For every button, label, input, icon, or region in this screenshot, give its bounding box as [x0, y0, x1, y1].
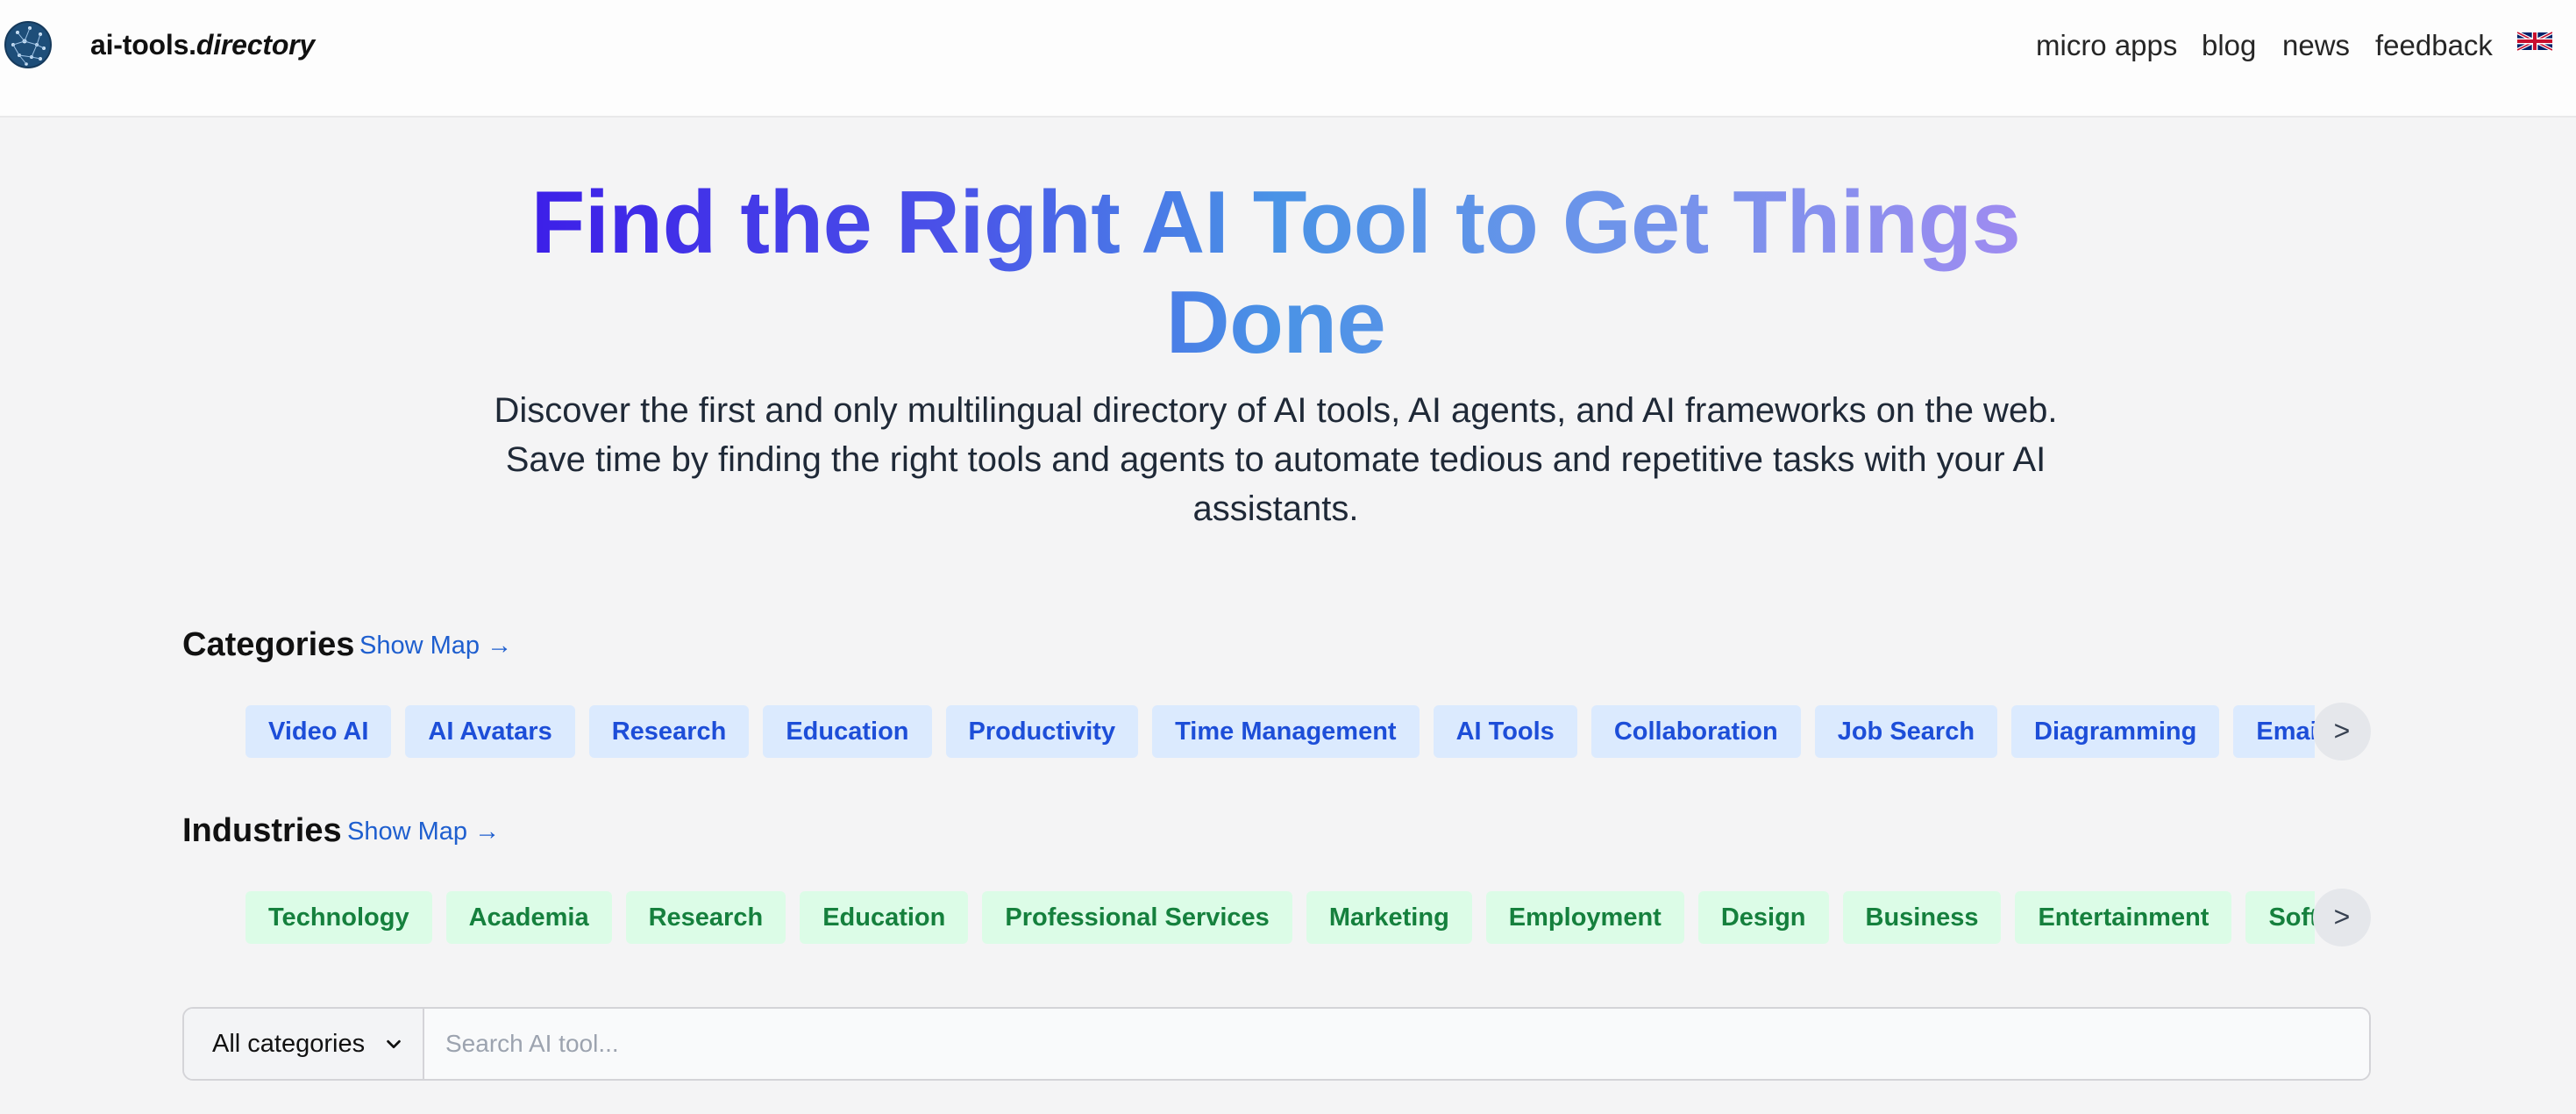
hero-subtitle: Discover the first and only multilingual… — [494, 391, 2058, 528]
industry-chip[interactable]: Professional Services — [982, 891, 1292, 944]
category-chip[interactable]: AI Avatars — [405, 705, 575, 758]
globe-network-icon[interactable] — [4, 20, 53, 69]
chevron-down-icon — [387, 1039, 401, 1049]
industry-chip[interactable]: Education — [800, 891, 969, 944]
industry-chip[interactable]: Entertainment — [2015, 891, 2232, 944]
category-chip[interactable]: Collaboration — [1590, 705, 1801, 758]
industry-chip[interactable]: Business — [1842, 891, 2002, 944]
category-chip-list: Video AI AI Avatars Research Education P… — [246, 705, 2315, 758]
industries-scroll-right-button[interactable]: > — [2313, 889, 2371, 946]
uk-flag-icon[interactable] — [2517, 29, 2552, 54]
categories-scroll-right-button[interactable]: > — [2313, 703, 2371, 761]
search-input[interactable] — [424, 1009, 2369, 1079]
category-chip[interactable]: Productivity — [945, 705, 1139, 758]
industry-chip[interactable]: Academia — [445, 891, 612, 944]
industries-show-map-link[interactable]: Show Map → — [347, 818, 500, 846]
nav-news[interactable]: news — [2282, 29, 2350, 62]
category-chip[interactable]: Education — [763, 705, 932, 758]
search-bar: All categories — [182, 1007, 2371, 1081]
category-chip[interactable]: Time Management — [1152, 705, 1420, 758]
category-chip[interactable]: Video AI — [246, 705, 392, 758]
industries-heading: Industries — [182, 812, 342, 849]
industry-chip[interactable]: Employment — [1485, 891, 1684, 944]
industry-chip[interactable]: Research — [625, 891, 786, 944]
nav-blog[interactable]: blog — [2202, 29, 2256, 62]
industry-chip[interactable]: Softwar — [2245, 891, 2315, 944]
category-chip[interactable]: Diagramming — [2011, 705, 2220, 758]
category-select[interactable]: All categories — [184, 1009, 424, 1079]
hero-title: Find the Right AI Tool to Get Things Don… — [456, 173, 2096, 373]
category-chip[interactable]: Email Ma — [2233, 705, 2315, 758]
nav-feedback[interactable]: feedback — [2375, 29, 2493, 62]
industry-chip[interactable]: Design — [1697, 891, 1829, 944]
category-chip[interactable]: Job Search — [1814, 705, 1998, 758]
categories-show-map-link[interactable]: Show Map → — [359, 632, 512, 661]
category-select-value: All categories — [212, 1029, 366, 1058]
industry-chip[interactable]: Technology — [246, 891, 432, 944]
top-navbar: ai-tools.directory micro apps blog news … — [0, 0, 2576, 118]
category-chip[interactable]: Research — [588, 705, 750, 758]
nav-micro-apps[interactable]: micro apps — [2036, 29, 2177, 62]
brand-name[interactable]: ai-tools.directory — [90, 29, 315, 61]
categories-heading: Categories — [182, 626, 355, 663]
category-chip[interactable]: AI Tools — [1433, 705, 1577, 758]
industry-chip[interactable]: Marketing — [1306, 891, 1472, 944]
industry-chip-list: Technology Academia Research Education P… — [246, 891, 2315, 944]
